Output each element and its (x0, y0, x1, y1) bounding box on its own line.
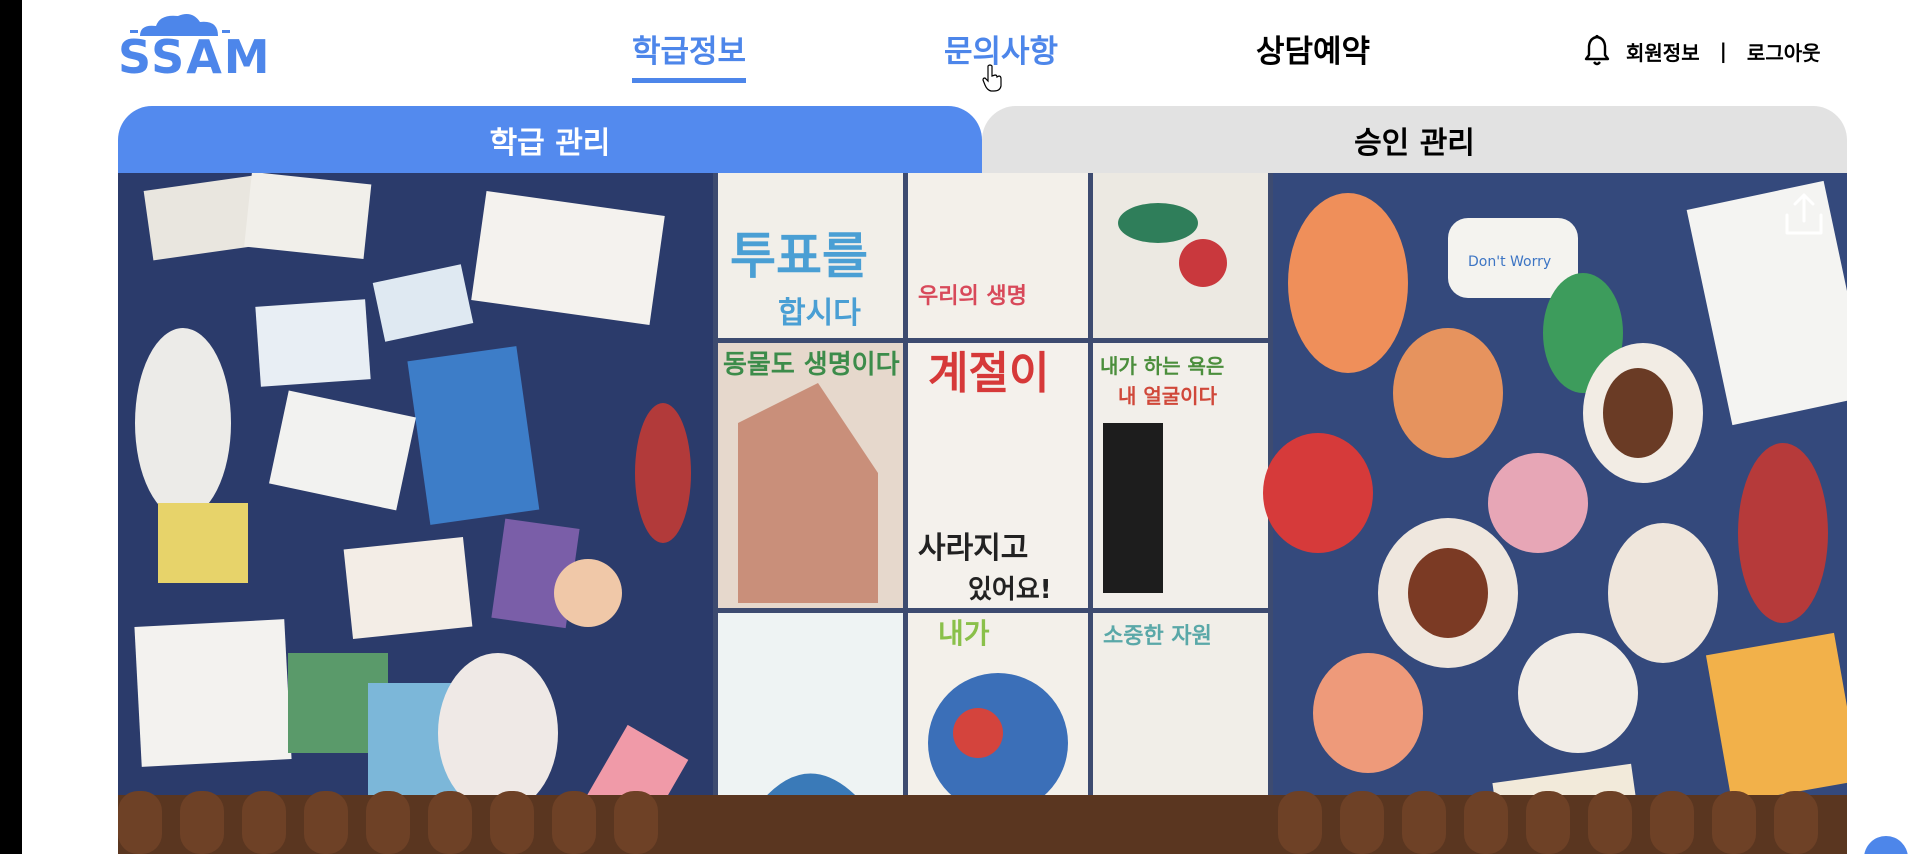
wooden-fence (118, 791, 1847, 854)
poster-text: 계절이 (928, 348, 1049, 399)
floating-action-button[interactable] (1864, 836, 1908, 854)
poster-text: 합시다 (778, 296, 861, 331)
header: SSAM 학급정보 문의사항 상담예약 회원정보 | 로그아웃 (22, 0, 1922, 100)
nav-counsel-booking[interactable]: 상담예약 (1256, 32, 1370, 72)
class-banner-image: 투표를 합시다 우리의 생명 동물도 생명이다 계절이 사라지고 있어요! 내가… (118, 173, 1847, 854)
poster-text: 내 얼굴이다 (1118, 384, 1218, 408)
tab-class-management[interactable]: 학급 관리 (118, 106, 982, 174)
poster-text: 내가 하는 욕은 (1100, 354, 1224, 378)
poster-text: 내가 (938, 617, 990, 650)
poster-text: 동물도 생명이다 (723, 350, 900, 380)
bulletin-board-illustration: 투표를 합시다 우리의 생명 동물도 생명이다 계절이 사라지고 있어요! 내가… (118, 173, 1847, 854)
share-icon[interactable] (1783, 191, 1825, 237)
nav-separator: | (1719, 39, 1727, 63)
poster-text: 있어요! (968, 575, 1052, 605)
logout-link[interactable]: 로그아웃 (1747, 37, 1821, 66)
bell-icon[interactable] (1582, 34, 1612, 68)
tab-approval-management[interactable]: 승인 관리 (982, 106, 1847, 174)
poster-text: 투표를 (730, 227, 868, 285)
hand-pointer-cursor-icon (982, 64, 1002, 92)
poster-text: 소중한 자원 (1103, 624, 1212, 649)
poster-text: 우리의 생명 (918, 284, 1027, 309)
poster-text: 사라지고 (918, 531, 1028, 566)
card-text: Don't Worry (1468, 254, 1551, 270)
nav-class-info[interactable]: 학급정보 (632, 32, 747, 83)
profile-link[interactable]: 회원정보 (1626, 37, 1700, 66)
user-area: 회원정보 | 로그아웃 (1582, 34, 1821, 68)
page: SSAM 학급정보 문의사항 상담예약 회원정보 | 로그아웃 학급 관리 승인… (22, 0, 1922, 854)
management-tabs: 학급 관리 승인 관리 (118, 106, 1847, 174)
